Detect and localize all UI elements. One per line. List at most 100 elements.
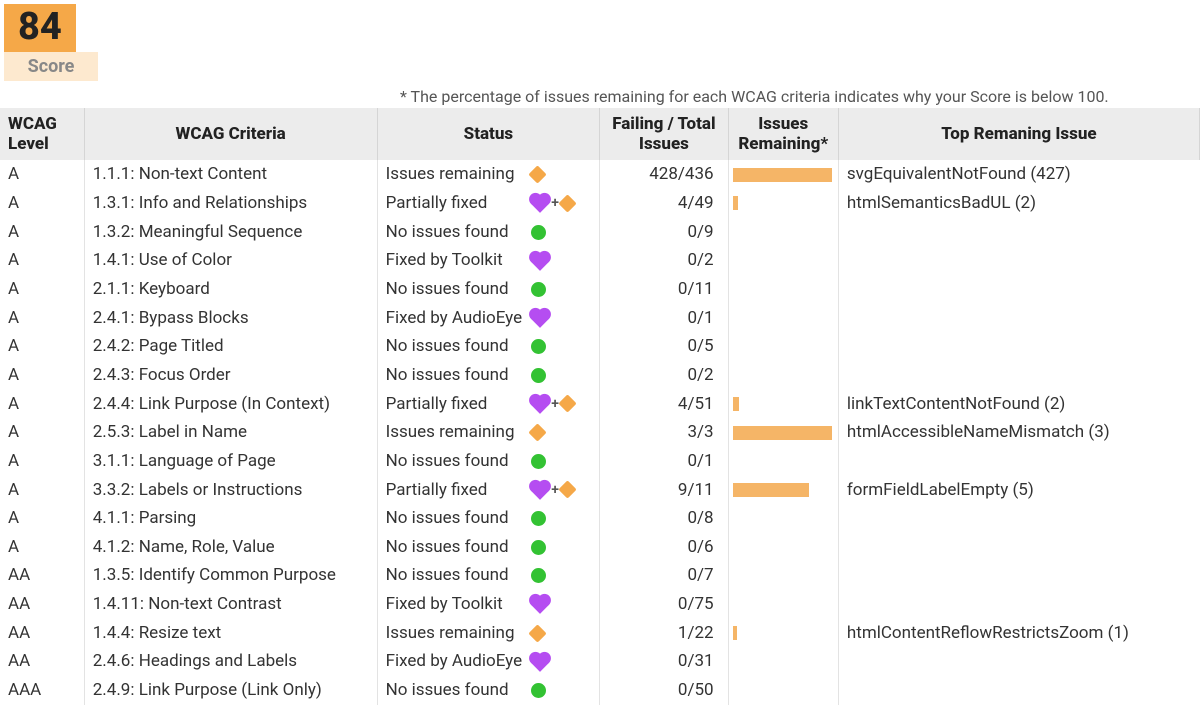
cell-failing: 9/11 bbox=[600, 476, 728, 505]
th-level: WCAG Level bbox=[0, 108, 84, 161]
heart-purple-icon bbox=[533, 483, 547, 497]
remaining-bar bbox=[733, 483, 809, 497]
status-icons bbox=[531, 282, 591, 297]
circle-green-icon bbox=[531, 454, 546, 469]
cell-top-issue: svgEquivalentNotFound (427) bbox=[838, 160, 1199, 189]
cell-top-issue bbox=[838, 218, 1199, 247]
status-text: No issues found bbox=[386, 449, 509, 474]
status-text: Issues remaining bbox=[386, 621, 515, 646]
cell-top-issue bbox=[838, 561, 1199, 590]
status-text: Fixed by AudioEye bbox=[386, 649, 523, 674]
cell-level: A bbox=[0, 160, 84, 189]
status-icons bbox=[531, 568, 591, 583]
cell-top-issue bbox=[838, 332, 1199, 361]
cell-remaining-bar bbox=[728, 189, 838, 218]
cell-criteria: 2.4.6: Headings and Labels bbox=[84, 647, 377, 676]
cell-failing: 0/2 bbox=[600, 246, 728, 275]
cell-remaining-bar bbox=[728, 561, 838, 590]
cell-status: No issues found bbox=[377, 275, 600, 304]
table-row: A1.1.1: Non-text ContentIssues remaining… bbox=[0, 160, 1200, 189]
remaining-bar bbox=[733, 426, 832, 440]
table-row: A4.1.2: Name, Role, ValueNo issues found… bbox=[0, 533, 1200, 562]
status-text: Fixed by AudioEye bbox=[386, 306, 523, 331]
cell-criteria: 4.1.2: Name, Role, Value bbox=[84, 533, 377, 562]
status-text: Issues remaining bbox=[386, 162, 515, 187]
cell-level: AAA bbox=[0, 676, 84, 705]
cell-status: No issues found bbox=[377, 561, 600, 590]
th-criteria: WCAG Criteria bbox=[84, 108, 377, 161]
cell-status: No issues found bbox=[377, 447, 600, 476]
cell-status: Fixed by AudioEye bbox=[377, 647, 600, 676]
cell-level: AA bbox=[0, 619, 84, 648]
status-icons bbox=[531, 627, 591, 640]
circle-green-icon bbox=[531, 683, 546, 698]
cell-top-issue: formFieldLabelEmpty (5) bbox=[838, 476, 1199, 505]
cell-failing: 4/51 bbox=[600, 390, 728, 419]
diamond-orange-icon bbox=[558, 194, 576, 212]
remaining-bar bbox=[733, 196, 738, 210]
cell-level: A bbox=[0, 304, 84, 333]
cell-top-issue: htmlContentReflowRestrictsZoom (1) bbox=[838, 619, 1199, 648]
remaining-bar bbox=[733, 397, 739, 411]
cell-failing: 4/49 bbox=[600, 189, 728, 218]
table-row: A1.3.2: Meaningful Sequence No issues fou… bbox=[0, 218, 1200, 247]
diamond-orange-icon bbox=[529, 423, 547, 441]
status-icons bbox=[531, 426, 591, 439]
cell-status: Partially fixed+ bbox=[377, 476, 600, 505]
status-text: No issues found bbox=[386, 363, 509, 388]
cell-criteria: 4.1.1: Parsing bbox=[84, 504, 377, 533]
cell-level: A bbox=[0, 275, 84, 304]
table-row: A4.1.1: ParsingNo issues found0/8 bbox=[0, 504, 1200, 533]
cell-criteria: 2.4.2: Page Titled bbox=[84, 332, 377, 361]
cell-criteria: 2.4.3: Focus Order bbox=[84, 361, 377, 390]
score-block: 84 Score bbox=[0, 0, 1200, 81]
table-row: A2.4.1: Bypass BlocksFixed by AudioEye0/… bbox=[0, 304, 1200, 333]
table-row: AA1.4.11: Non-text ContrastFixed by Tool… bbox=[0, 590, 1200, 619]
status-icons bbox=[531, 252, 591, 270]
wcag-table: WCAG Level WCAG Criteria Status Failing … bbox=[0, 108, 1200, 705]
cell-level: A bbox=[0, 218, 84, 247]
cell-level: A bbox=[0, 533, 84, 562]
status-text: No issues found bbox=[386, 220, 509, 245]
cell-remaining-bar bbox=[728, 590, 838, 619]
cell-status: No issues found bbox=[377, 676, 600, 705]
status-text: Issues remaining bbox=[386, 420, 515, 445]
cell-remaining-bar bbox=[728, 361, 838, 390]
cell-level: A bbox=[0, 390, 84, 419]
cell-remaining-bar bbox=[728, 390, 838, 419]
cell-failing: 0/50 bbox=[600, 676, 728, 705]
cell-remaining-bar bbox=[728, 160, 838, 189]
diamond-orange-icon bbox=[529, 624, 547, 642]
cell-status: Fixed by Toolkit bbox=[377, 246, 600, 275]
cell-remaining-bar bbox=[728, 504, 838, 533]
cell-failing: 0/8 bbox=[600, 504, 728, 533]
cell-criteria: 2.4.4: Link Purpose (In Context) bbox=[84, 390, 377, 419]
cell-level: A bbox=[0, 332, 84, 361]
circle-green-icon bbox=[531, 568, 546, 583]
cell-failing: 0/9 bbox=[600, 218, 728, 247]
table-header-row: WCAG Level WCAG Criteria Status Failing … bbox=[0, 108, 1200, 161]
footnote: * The percentage of issues remaining for… bbox=[400, 87, 1200, 106]
status-icons bbox=[531, 368, 591, 383]
cell-failing: 1/22 bbox=[600, 619, 728, 648]
th-failing: Failing / Total Issues bbox=[600, 108, 728, 161]
cell-criteria: 1.4.11: Non-text Contrast bbox=[84, 590, 377, 619]
cell-criteria: 1.3.2: Meaningful Sequence bbox=[84, 218, 377, 247]
status-icons bbox=[531, 225, 591, 240]
cell-top-issue bbox=[838, 504, 1199, 533]
table-row: A2.1.1: KeyboardNo issues found0/11 bbox=[0, 275, 1200, 304]
cell-remaining-bar bbox=[728, 332, 838, 361]
status-text: Fixed by Toolkit bbox=[386, 248, 503, 273]
cell-failing: 0/1 bbox=[600, 447, 728, 476]
heart-purple-icon bbox=[533, 311, 547, 325]
cell-top-issue bbox=[838, 447, 1199, 476]
cell-level: AA bbox=[0, 590, 84, 619]
status-text: No issues found bbox=[386, 277, 509, 302]
table-row: AAA2.4.9: Link Purpose (Link Only)No iss… bbox=[0, 676, 1200, 705]
table-row: A3.3.2: Labels or InstructionsPartially … bbox=[0, 476, 1200, 505]
cell-criteria: 2.1.1: Keyboard bbox=[84, 275, 377, 304]
heart-purple-icon bbox=[533, 597, 547, 611]
cell-remaining-bar bbox=[728, 418, 838, 447]
heart-purple-icon bbox=[533, 196, 547, 210]
cell-status: No issues found bbox=[377, 218, 600, 247]
